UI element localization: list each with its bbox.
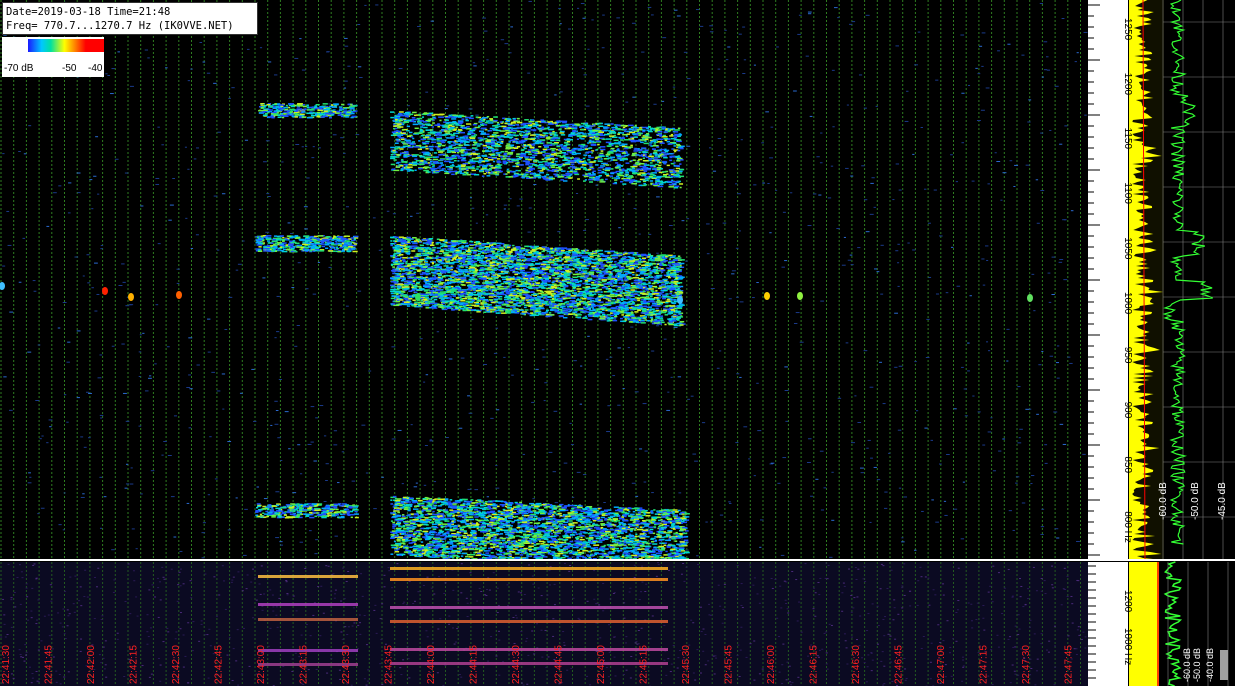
frequency-label: 900 — [1122, 402, 1133, 419]
frequency-label: 1100 — [1122, 182, 1133, 204]
time-label: 22:44:45 — [554, 645, 565, 684]
time-label: 22:44:15 — [469, 645, 480, 684]
time-label: 22:43:45 — [384, 645, 395, 684]
time-label: 22:43:30 — [341, 645, 352, 684]
time-label: 22:41:30 — [1, 645, 12, 684]
time-label: 22:43:00 — [256, 645, 267, 684]
date-time-label: Date=2019-03-18 Time=21:48 — [6, 6, 171, 18]
time-label: 22:43:15 — [299, 645, 310, 684]
frequency-range-label: Freq= 770.7...1270.7 Hz (IK0VVE.NET) — [6, 20, 234, 32]
time-label: 22:47:30 — [1021, 645, 1032, 684]
color-scale-bar — [28, 39, 104, 52]
spectrum-panel-canvas: 1250 1200 1150 1100 1050 1000 950 900 850 800 Hz -… — [1088, 0, 1235, 686]
time-label: 22:41:45 — [44, 645, 55, 684]
frequency-label: 800 Hz — [1122, 511, 1133, 543]
time-label: 22:44:00 — [426, 645, 437, 684]
color-scale-legend: -70 dB -50 -40 — [2, 37, 104, 77]
spectrogram-lower: 22:41:30 22:41:45 22:42:00 22:42:15 22:42:30… — [0, 562, 1088, 686]
frequency-label: 1250 — [1122, 18, 1133, 41]
time-label: 22:47:00 — [936, 645, 947, 684]
info-box: Date=2019-03-18 Time=21:48 Freq= 770.7..… — [2, 2, 258, 35]
time-label: 22:45:15 — [639, 645, 650, 684]
spectrum-plot — [1088, 0, 1235, 561]
frequency-label: 1150 — [1122, 128, 1133, 150]
db-label-lower: -60.0 dB — [1182, 648, 1192, 682]
db-label: -45.0 dB — [1217, 482, 1228, 520]
time-label: 22:46:30 — [851, 645, 862, 684]
spectrogram-main-canvas — [0, 0, 1088, 560]
time-label: 22:46:45 — [894, 645, 905, 684]
scale-mid-label: -50 — [62, 63, 77, 74]
time-grid — [0, 0, 1081, 560]
frequency-label: 850 — [1122, 456, 1133, 473]
scale-high-label: -40 — [88, 63, 103, 74]
frequency-label: 950 — [1122, 347, 1133, 364]
time-label: 22:42:30 — [171, 645, 182, 684]
db-axis: -60.0 dB -50.0 dB -45.0 dB — [1158, 482, 1228, 520]
lower-spectrum: 1200 1000 Hz -60.0 dB -50.0 dB -40.0 dB — [1088, 561, 1229, 686]
db-label: -50.0 dB — [1190, 482, 1201, 520]
time-label: 22:45:30 — [681, 645, 692, 684]
frequency-label-lower: 1000 Hz — [1122, 628, 1133, 665]
time-label: 22:45:00 — [596, 645, 607, 684]
time-label: 22:47:15 — [979, 645, 990, 684]
frequency-label-lower: 1200 — [1122, 590, 1133, 613]
time-label: 22:42:15 — [129, 645, 140, 684]
time-label: 22:46:15 — [809, 645, 820, 684]
signal-layer — [0, 103, 1033, 560]
frequency-label: 1050 — [1122, 237, 1133, 260]
time-label: 22:46:00 — [766, 645, 777, 684]
frequency-label: 1000 — [1122, 292, 1133, 315]
time-label: 22:47:45 — [1064, 645, 1075, 684]
spectrum-panel: 1250 1200 1150 1100 1050 1000 950 900 850 800 Hz -… — [1088, 0, 1235, 686]
time-label: 22:42:00 — [86, 645, 97, 684]
time-label: 22:45:45 — [724, 645, 735, 684]
scale-low-label: -70 dB — [4, 63, 34, 74]
spectrogram-main — [0, 0, 1088, 560]
panel-divider — [0, 559, 1088, 561]
time-label: 22:44:30 — [511, 645, 522, 684]
time-label: 22:42:45 — [214, 645, 225, 684]
db-label: -60.0 dB — [1158, 482, 1169, 520]
db-label-lower: -40.0 dB — [1205, 648, 1215, 682]
db-label-lower: -50.0 dB — [1192, 648, 1202, 682]
spectrogram-lower-canvas: 22:41:30 22:41:45 22:42:00 22:42:15 22:42:30… — [0, 562, 1087, 686]
frequency-label: 1200 — [1122, 73, 1133, 96]
